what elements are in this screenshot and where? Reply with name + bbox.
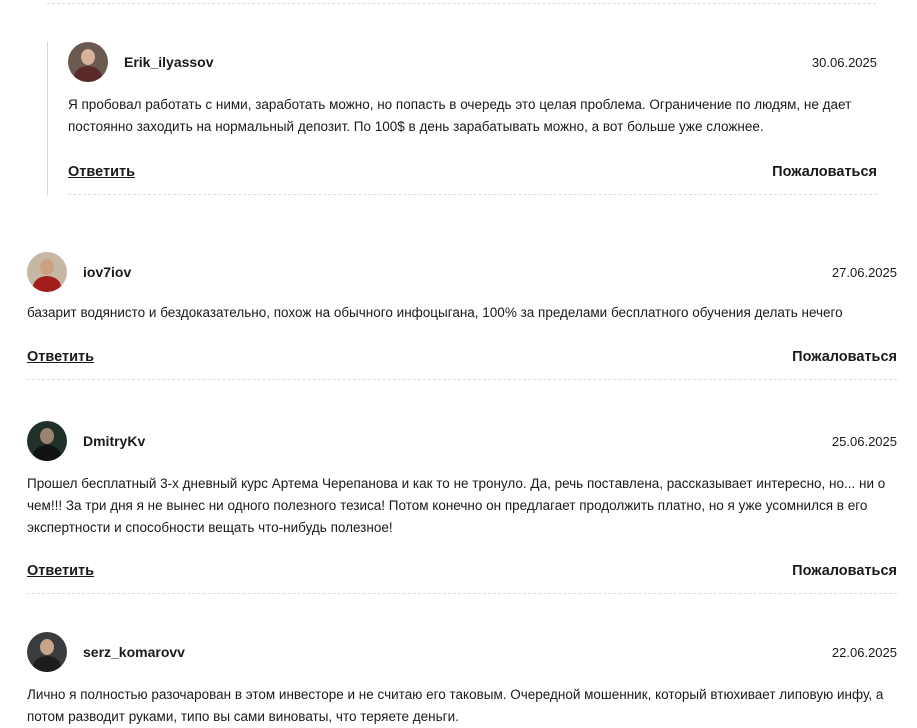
comment-username[interactable]: iov7iov [83,264,832,280]
comment-header: DmitryKv 25.06.2025 [27,421,897,461]
comment-text: Прошел бесплатный 3-х дневный курс Артем… [27,476,886,535]
comment-actions: Ответить Пожаловаться [27,563,897,579]
comment-date: 30.06.2025 [811,54,877,70]
comment-actions: Ответить Пожаловаться [68,164,877,180]
report-button[interactable]: Пожаловаться [792,349,897,365]
comment-header: Erik_ilyassov 30.06.2025 [68,42,877,82]
comment-date: 22.06.2025 [831,644,897,660]
comment-text: Я пробовал работать с ними, заработать м… [68,97,852,134]
reply-button[interactable]: Ответить [68,164,135,180]
comment-date: 25.06.2025 [831,433,897,449]
comment-date: 27.06.2025 [831,264,897,280]
divider [47,3,876,4]
reply-button[interactable]: Ответить [27,349,94,365]
divider [68,194,877,195]
comment-username[interactable]: Erik_ilyassov [124,54,812,70]
user-avatar-icon [27,421,67,461]
comment-text: Лично я полностью разочарован в этом инв… [27,687,884,724]
comment-header: serz_komarovv 22.06.2025 [27,632,897,672]
divider [27,593,897,594]
comment-header: iov7iov 27.06.2025 [27,252,897,292]
comment: DmitryKv 25.06.2025 Прошел бесплатный 3-… [27,421,897,594]
user-avatar-icon [27,252,67,292]
comment-actions: Ответить Пожаловаться [27,349,897,365]
report-button[interactable]: Пожаловаться [792,563,897,579]
comment-username[interactable]: DmitryKv [83,433,832,449]
user-avatar-icon [27,632,67,672]
divider [27,379,897,380]
comment-username[interactable]: serz_komarovv [83,644,832,660]
report-button[interactable]: Пожаловаться [772,164,877,180]
comment-reply: Erik_ilyassov 30.06.2025 Я пробовал рабо… [47,42,877,196]
user-avatar-icon [68,42,108,82]
reply-button[interactable]: Ответить [27,563,94,579]
comment: iov7iov 27.06.2025 базарит водянисто и б… [27,252,897,380]
comment: serz_komarovv 22.06.2025 Лично я полност… [27,632,897,728]
comment-text: базарит водянисто и бездоказательно, пох… [27,305,843,320]
